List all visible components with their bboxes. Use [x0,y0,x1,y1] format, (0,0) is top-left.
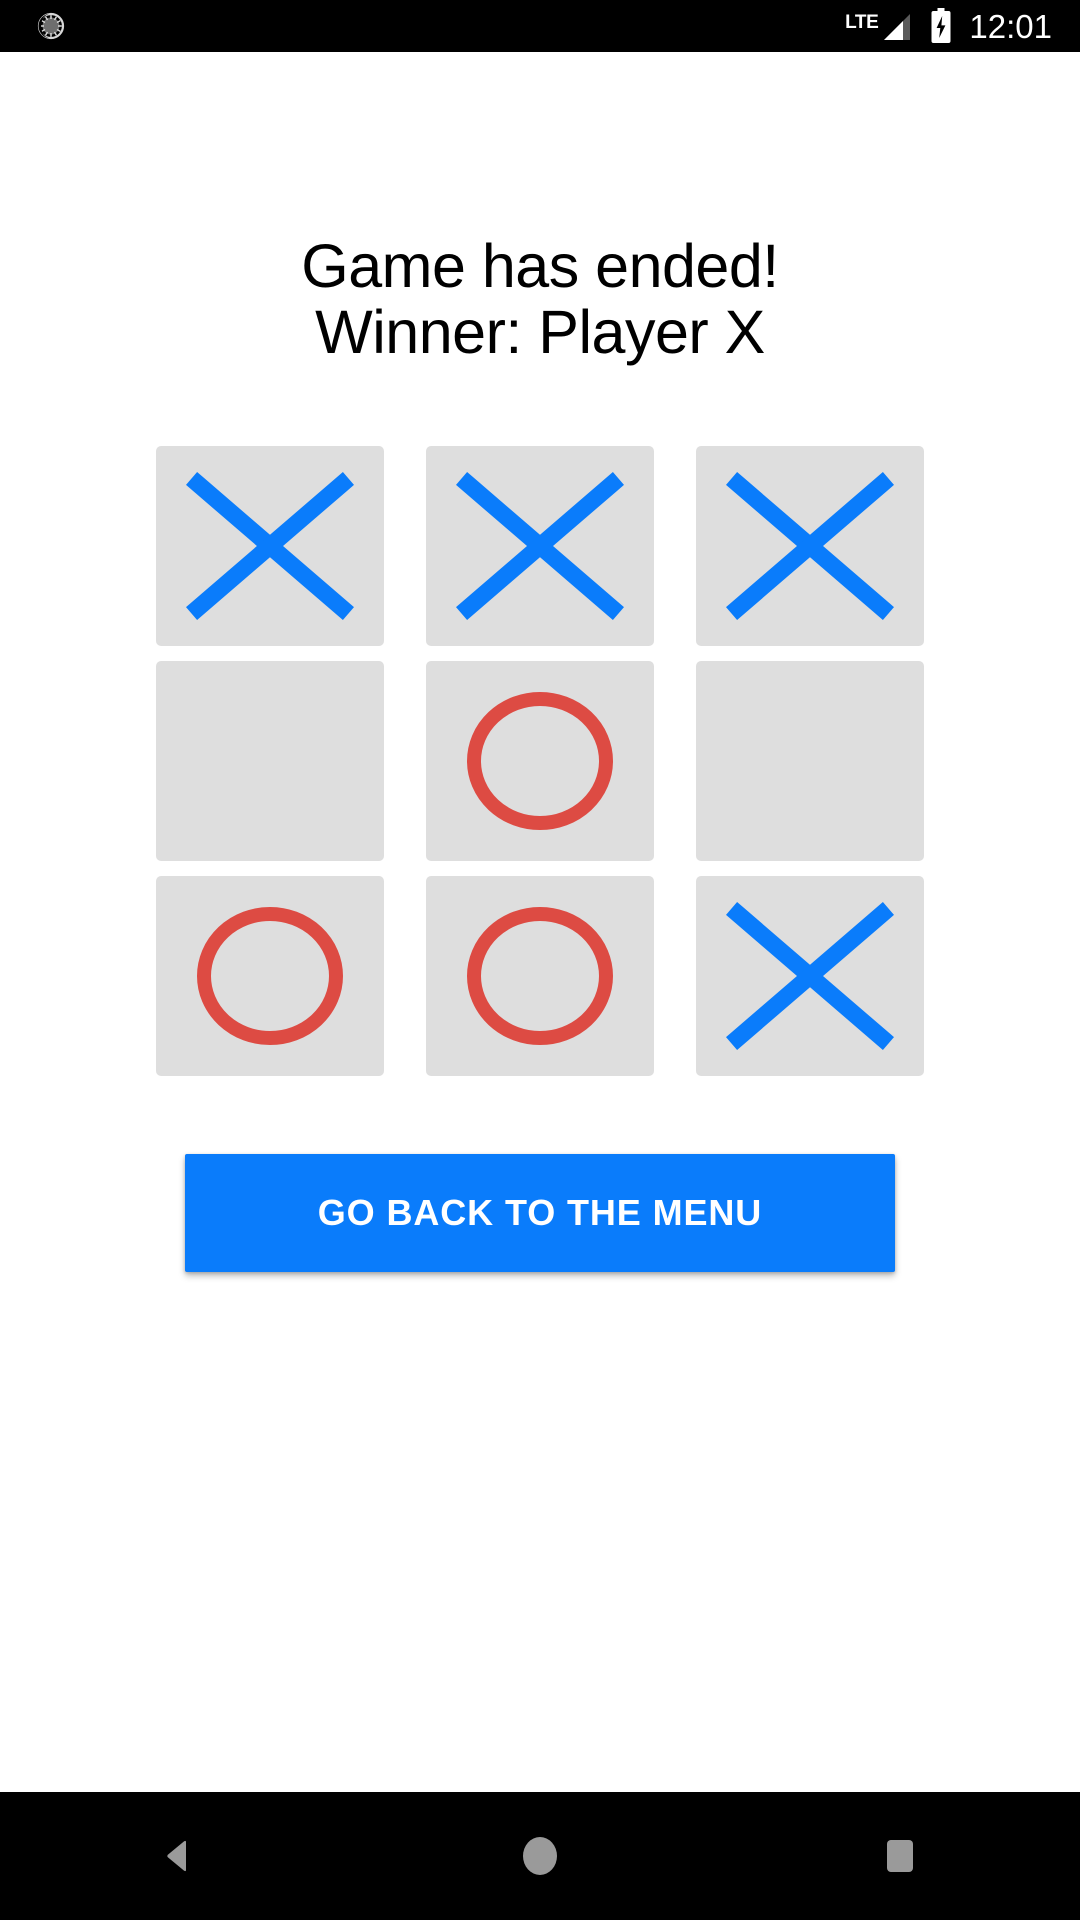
game-result-title: Game has ended! Winner: Player X [0,232,1080,366]
board-cell-8[interactable] [696,875,924,1076]
recents-square-icon [878,1834,922,1878]
android-navigation-bar [0,1792,1080,1920]
nav-home-button[interactable] [450,1792,630,1920]
sync-icon [36,11,66,41]
board-cell-5[interactable] [696,660,924,861]
network-type-label: LTE [845,12,879,33]
signal-bars-icon [879,10,913,44]
tic-tac-toe-board [156,445,924,1076]
board-cell-2[interactable] [696,445,924,646]
board-cell-0[interactable] [156,445,384,646]
board-cell-3[interactable] [156,660,384,861]
go-back-to-menu-button[interactable]: GO BACK TO THE MENU [185,1153,895,1272]
x-mark-icon [426,446,654,646]
x-mark-icon [156,446,384,646]
x-mark-icon [696,876,924,1076]
board-cell-4[interactable] [426,660,654,861]
o-mark-icon [426,661,654,861]
x-mark-icon [696,446,924,646]
battery-charging-icon [929,8,953,44]
o-mark-icon [156,876,384,1076]
phone-screen: LTE 12:01 Game has ended! Winner: Player… [0,0,1080,1920]
status-bar-right: LTE 12:01 [845,0,1052,52]
nav-recents-button[interactable] [810,1792,990,1920]
board-cell-6[interactable] [156,875,384,1076]
board-cell-7[interactable] [426,875,654,1076]
nav-back-button[interactable] [90,1792,270,1920]
game-result-line-1: Game has ended! [301,232,779,300]
main-content: Game has ended! Winner: Player X GO BACK… [0,52,1080,1792]
back-triangle-icon [158,1834,202,1878]
game-result-line-2: Winner: Player X [315,297,765,366]
o-mark-icon [426,876,654,1076]
network-indicator: LTE [845,8,913,44]
status-bar: LTE 12:01 [0,0,1080,52]
home-circle-icon [518,1834,562,1878]
status-bar-clock: 12:01 [969,7,1052,45]
status-bar-left [0,11,66,41]
board-cell-1[interactable] [426,445,654,646]
